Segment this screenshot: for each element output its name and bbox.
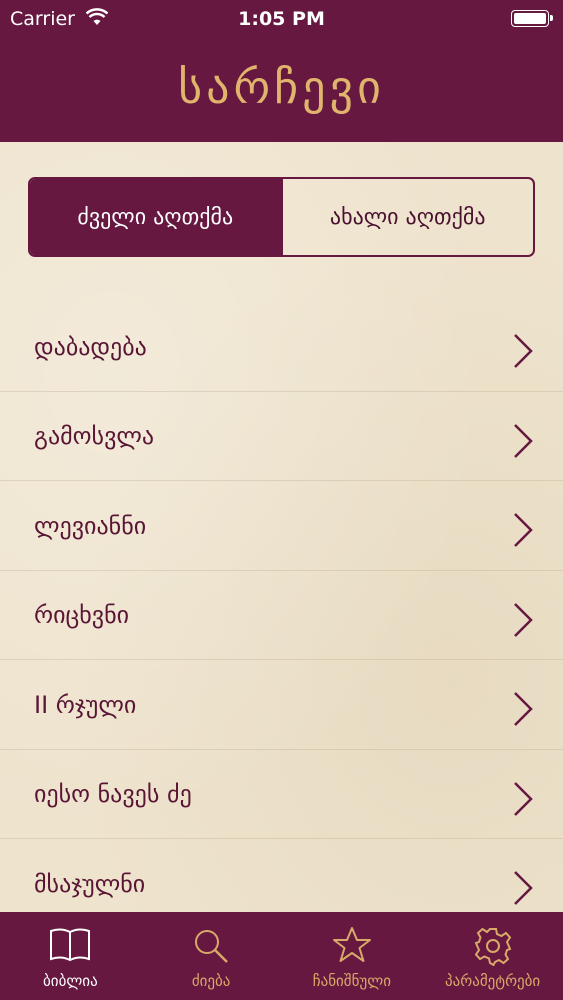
- battery-icon: [511, 10, 553, 27]
- book-row[interactable]: იესო ნავეს ძე: [0, 750, 563, 840]
- segment-new-testament[interactable]: ახალი აღთქმა: [280, 179, 534, 255]
- book-name: გამოსვლა: [34, 422, 155, 451]
- chevron-right-icon: [514, 602, 533, 637]
- tab-label: ძიება: [191, 972, 231, 990]
- tab-bible[interactable]: ბიბლია: [0, 912, 141, 1000]
- chevron-right-icon: [514, 423, 533, 458]
- chevron-right-icon: [514, 871, 533, 905]
- book-name: დაბადება: [34, 332, 147, 361]
- search-icon: [195, 930, 229, 963]
- tab-settings[interactable]: პარამეტრები: [422, 912, 563, 1000]
- tab-label: პარამეტრები: [445, 972, 541, 990]
- chevron-right-icon: [514, 692, 533, 726]
- chevron-right-icon: [514, 781, 533, 816]
- book-name: იესო ნავეს ძე: [34, 780, 192, 809]
- book-list: დაბადება გამოსვლა ლევიანნი რიცხვნი II რჯ…: [0, 302, 563, 929]
- page-title: სარჩევი: [178, 60, 385, 114]
- content-area: ძველი აღთქმა ახალი აღთქმა დაბადება გამოს…: [0, 142, 563, 929]
- book-name: რიცხვნი: [34, 601, 130, 630]
- tab-bookmarks[interactable]: ჩანიშნული: [282, 912, 423, 1000]
- tab-bar: ბიბლია ძიება ჩანიშნული პარამეტრები: [0, 912, 563, 1000]
- book-row[interactable]: რიცხვნი: [0, 571, 563, 661]
- book-row[interactable]: II რჯული: [0, 660, 563, 750]
- book-row[interactable]: დაბადება: [0, 302, 563, 392]
- status-bar: Carrier 1:05 PM: [0, 0, 563, 40]
- star-icon: [332, 927, 371, 962]
- book-row[interactable]: ლევიანნი: [0, 481, 563, 571]
- book-name: II რჯული: [34, 690, 137, 719]
- book-name: მსაჯულნი: [34, 869, 146, 898]
- tab-label: ჩანიშნული: [312, 972, 391, 990]
- header: Carrier 1:05 PM სარჩევი: [0, 0, 563, 142]
- chevron-right-icon: [514, 334, 533, 368]
- segment-old-testament[interactable]: ძველი აღთქმა: [30, 179, 281, 255]
- book-icon: [50, 928, 91, 962]
- chevron-right-icon: [514, 513, 533, 547]
- gear-icon: [474, 927, 511, 966]
- tab-search[interactable]: ძიება: [141, 912, 282, 1000]
- status-time: 1:05 PM: [238, 8, 325, 30]
- book-row[interactable]: გამოსვლა: [0, 392, 563, 482]
- book-name: ლევიანნი: [34, 511, 147, 540]
- testament-segmented-control: ძველი აღთქმა ახალი აღთქმა: [28, 177, 535, 257]
- tab-label: ბიბლია: [43, 972, 98, 990]
